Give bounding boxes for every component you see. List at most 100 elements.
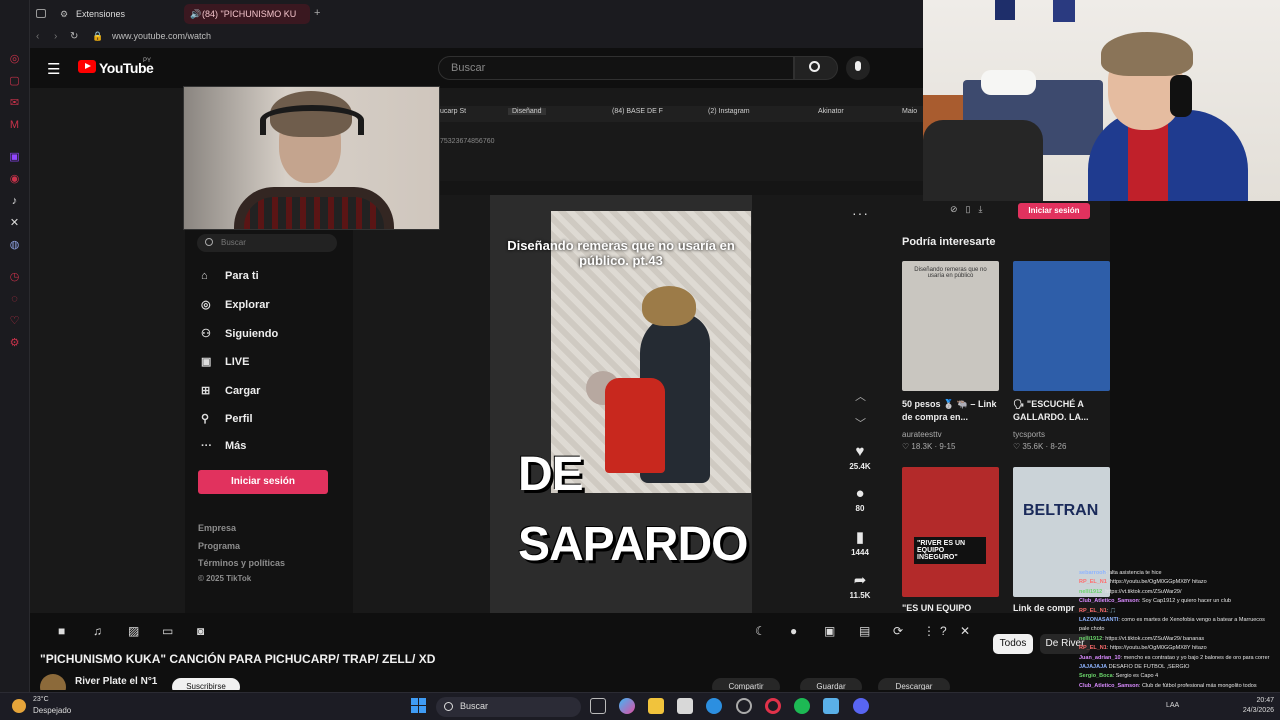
- chat-username[interactable]: LAZONASANTI: [1079, 617, 1118, 623]
- rec-author[interactable]: aurateesttv: [902, 430, 942, 439]
- edge-icon[interactable]: [706, 698, 722, 714]
- chat-username[interactable]: Juan_adrian_10: [1079, 655, 1121, 661]
- tiktok-nav-upload[interactable]: ⊞ Cargar: [201, 384, 260, 402]
- avatar[interactable]: [40, 674, 66, 690]
- twitch-icon[interactable]: ▣: [8, 150, 22, 164]
- sidebar-app-icon[interactable]: M: [8, 118, 22, 132]
- search-button[interactable]: [794, 56, 838, 80]
- sidebar-app-icon[interactable]: ♡: [8, 314, 22, 328]
- save-button[interactable]: Guardar: [800, 678, 862, 690]
- spotify-icon[interactable]: [794, 698, 810, 714]
- miniplayer-icon[interactable]: ▣: [824, 624, 835, 638]
- taskbar-search[interactable]: Buscar: [436, 697, 581, 717]
- chevron-up-icon[interactable]: ︿: [855, 388, 866, 404]
- rec-author[interactable]: tycsports: [1013, 430, 1045, 439]
- tab-extensions[interactable]: ⚙ Extensiones: [58, 4, 178, 24]
- settings-icon[interactable]: ⚙: [8, 336, 22, 350]
- language-indicator[interactable]: LAA: [1166, 702, 1179, 709]
- sidebar-app-icon[interactable]: ◷: [8, 270, 22, 284]
- share-button[interactable]: ➦ 11.5K: [845, 571, 875, 600]
- chip-all[interactable]: Todos: [993, 634, 1033, 654]
- sidebar-app-icon[interactable]: ◎: [8, 52, 22, 66]
- chat-username[interactable]: RP_EL_N1: [1079, 608, 1107, 614]
- tab-youtube[interactable]: 🔊 (84) "PICHUNISMO KU: [184, 4, 310, 24]
- tiktok-nav-live[interactable]: ▣ LIVE: [201, 355, 249, 373]
- instagram-icon[interactable]: ◉: [8, 172, 22, 186]
- tiktok-icon[interactable]: ♪: [8, 194, 22, 208]
- chat-username[interactable]: Club_Atletico_Samson: [1079, 598, 1139, 604]
- tiktok-login-button-small[interactable]: Iniciar sesión: [1018, 203, 1090, 219]
- chat-username[interactable]: Sergio_Boca: [1079, 673, 1113, 679]
- discord-icon[interactable]: ◍: [8, 238, 22, 252]
- chat-username[interactable]: JAJAJAJA: [1079, 664, 1107, 670]
- download-button[interactable]: Descargar: [878, 678, 950, 690]
- ambient-mode-icon[interactable]: ☾: [755, 624, 766, 638]
- autoplay-icon[interactable]: ●: [790, 624, 797, 638]
- footer-link[interactable]: Programa: [198, 541, 240, 551]
- chat-username[interactable]: RP_EL_N1: [1079, 579, 1107, 585]
- weather-moon-icon[interactable]: [12, 699, 26, 713]
- tab-switcher-icon[interactable]: [36, 9, 46, 18]
- url-field[interactable]: www.youtube.com/watch: [112, 31, 211, 41]
- rec-card[interactable]: [1013, 261, 1110, 391]
- rec-card[interactable]: Diseñando remeras que no usaría en públi…: [902, 261, 999, 391]
- back-icon[interactable]: ‹: [36, 31, 39, 42]
- rec-caption[interactable]: "ES UN EQUIPO: [902, 602, 1002, 613]
- search-input[interactable]: Buscar: [438, 56, 794, 80]
- more-icon[interactable]: ⋮: [923, 624, 935, 638]
- camera-icon[interactable]: ■: [58, 624, 65, 638]
- taskbar-clock[interactable]: 20:47 24/3/2026: [1226, 696, 1274, 716]
- store-icon[interactable]: [677, 698, 693, 714]
- sidebar-app-icon[interactable]: ✉: [8, 96, 22, 110]
- chevron-down-icon[interactable]: ﹀: [855, 415, 866, 431]
- close-icon[interactable]: ✕: [960, 624, 970, 638]
- menu-icon[interactable]: ☰: [47, 60, 60, 78]
- tiktok-login-button[interactable]: Iniciar sesión: [198, 470, 328, 494]
- chat-username[interactable]: Club_Atletico_Samson: [1079, 683, 1139, 689]
- sidebar-app-icon[interactable]: ▢: [8, 74, 22, 88]
- rec-caption[interactable]: 🗣 "ESCUCHÉ A GALLARDO. LA...: [1013, 398, 1110, 424]
- chat-username[interactable]: nelli1912: [1079, 589, 1102, 595]
- footer-link[interactable]: Términos y políticas: [198, 558, 285, 568]
- loop-icon[interactable]: ⟳: [893, 624, 903, 638]
- notepad-icon[interactable]: [823, 698, 839, 714]
- reload-icon[interactable]: ↻: [70, 31, 78, 42]
- file-explorer-icon[interactable]: [648, 698, 664, 714]
- voice-search-button[interactable]: [846, 56, 870, 80]
- opera-icon[interactable]: [765, 698, 781, 714]
- task-view-icon[interactable]: [590, 698, 606, 714]
- tiktok-nav-for-you[interactable]: ⌂ Para ti: [201, 270, 259, 288]
- gallery-icon[interactable]: ▨: [128, 624, 139, 638]
- music-icon[interactable]: ♫: [93, 624, 102, 638]
- help-icon[interactable]: ?: [940, 624, 947, 638]
- more-options-icon[interactable]: ···: [852, 205, 869, 221]
- chat-username[interactable]: RP_EL_N1: [1079, 645, 1107, 651]
- tiktok-nav-explore[interactable]: ◎ Explorar: [201, 298, 270, 316]
- subscribe-button[interactable]: Suscribirse: [172, 678, 240, 690]
- tiktok-search-input[interactable]: Buscar: [197, 234, 337, 252]
- sidebar-app-icon[interactable]: ◌: [8, 292, 22, 306]
- share-button[interactable]: Compartir: [712, 678, 780, 690]
- like-button[interactable]: ♥ 25.4K: [845, 443, 875, 471]
- tiktok-nav-more[interactable]: ··· Más: [201, 440, 246, 458]
- copilot-icon[interactable]: [619, 698, 635, 714]
- settings-icon[interactable]: [736, 698, 752, 714]
- chat-username[interactable]: sebarrooh: [1079, 570, 1106, 576]
- youtube-logo-icon[interactable]: [78, 60, 96, 73]
- tiktok-nav-profile[interactable]: ⚲ Perfil: [201, 412, 253, 430]
- rec-card[interactable]: "RIVER ES UN EQUIPO INSEGURO": [902, 467, 999, 597]
- footer-link[interactable]: Empresa: [198, 523, 236, 533]
- forward-icon[interactable]: ›: [54, 31, 57, 42]
- comment-button[interactable]: ● 80: [845, 485, 875, 513]
- chat-username[interactable]: nelli1912: [1079, 636, 1102, 642]
- theater-icon[interactable]: ▤: [859, 624, 870, 638]
- bookmark-button[interactable]: ▮ 1444: [845, 528, 875, 557]
- discord-icon[interactable]: [853, 698, 869, 714]
- new-tab-button[interactable]: +: [314, 7, 320, 19]
- windows-start-icon[interactable]: [411, 698, 427, 714]
- caption-icon[interactable]: ▭: [162, 624, 173, 638]
- x-icon[interactable]: ✕: [8, 216, 22, 230]
- tiktok-nav-following[interactable]: ⚇ Siguiendo: [201, 327, 278, 345]
- channel-name[interactable]: River Plate el N°1: [75, 676, 157, 687]
- rec-caption[interactable]: 50 pesos 🥈 🐃 – Link de compra en...: [902, 398, 1002, 424]
